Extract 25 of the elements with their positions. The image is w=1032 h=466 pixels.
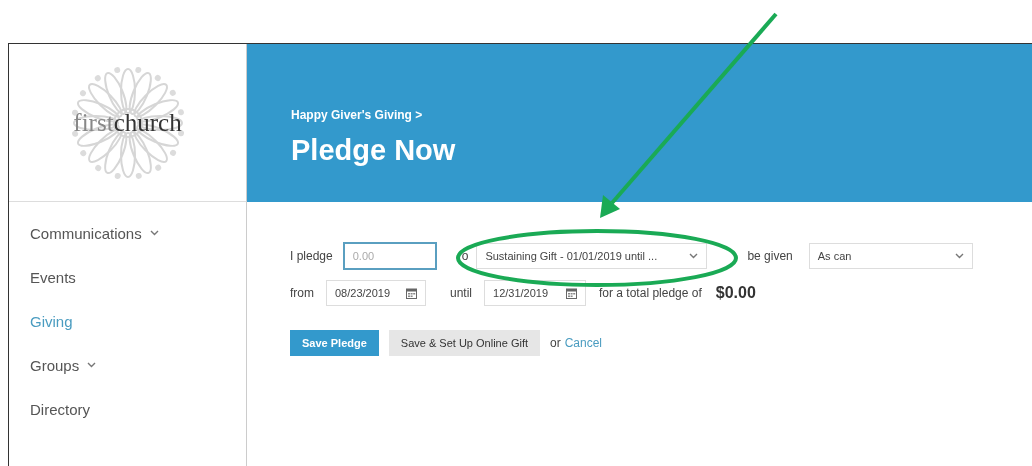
logo-text: firstchurch — [73, 108, 182, 137]
frequency-select[interactable]: As can — [808, 243, 973, 269]
total-label: for a total pledge of — [599, 286, 702, 300]
page-title: Pledge Now — [291, 134, 457, 167]
from-date-field[interactable]: 08/23/2019 — [326, 280, 426, 306]
frequency-label: be given — [747, 249, 793, 263]
save-online-gift-button[interactable]: Save & Set Up Online Gift — [388, 330, 540, 356]
fund-select[interactable]: Sustaining Gift - 01/01/2019 until ... — [476, 243, 708, 269]
calendar-icon — [406, 287, 417, 299]
or-text: or — [550, 336, 561, 350]
sidebar-item[interactable]: Groups — [30, 354, 246, 376]
chevron-down-icon — [689, 253, 699, 259]
from-label: from — [290, 286, 314, 300]
chevron-down-icon — [149, 230, 159, 236]
calendar-icon — [566, 287, 577, 299]
sidebar-item[interactable]: Communications — [30, 222, 246, 244]
pledge-label: I pledge — [290, 249, 333, 263]
sidebar-item[interactable]: Directory — [30, 398, 246, 420]
sidebar-item[interactable]: Events — [30, 266, 246, 288]
chevron-down-icon — [87, 362, 97, 368]
amount-field[interactable]: 0.00 — [342, 242, 437, 270]
to-label: o — [461, 249, 469, 263]
chevron-down-icon — [954, 253, 964, 259]
total-amount: $0.00 — [715, 284, 756, 302]
until-label: until — [450, 286, 472, 300]
